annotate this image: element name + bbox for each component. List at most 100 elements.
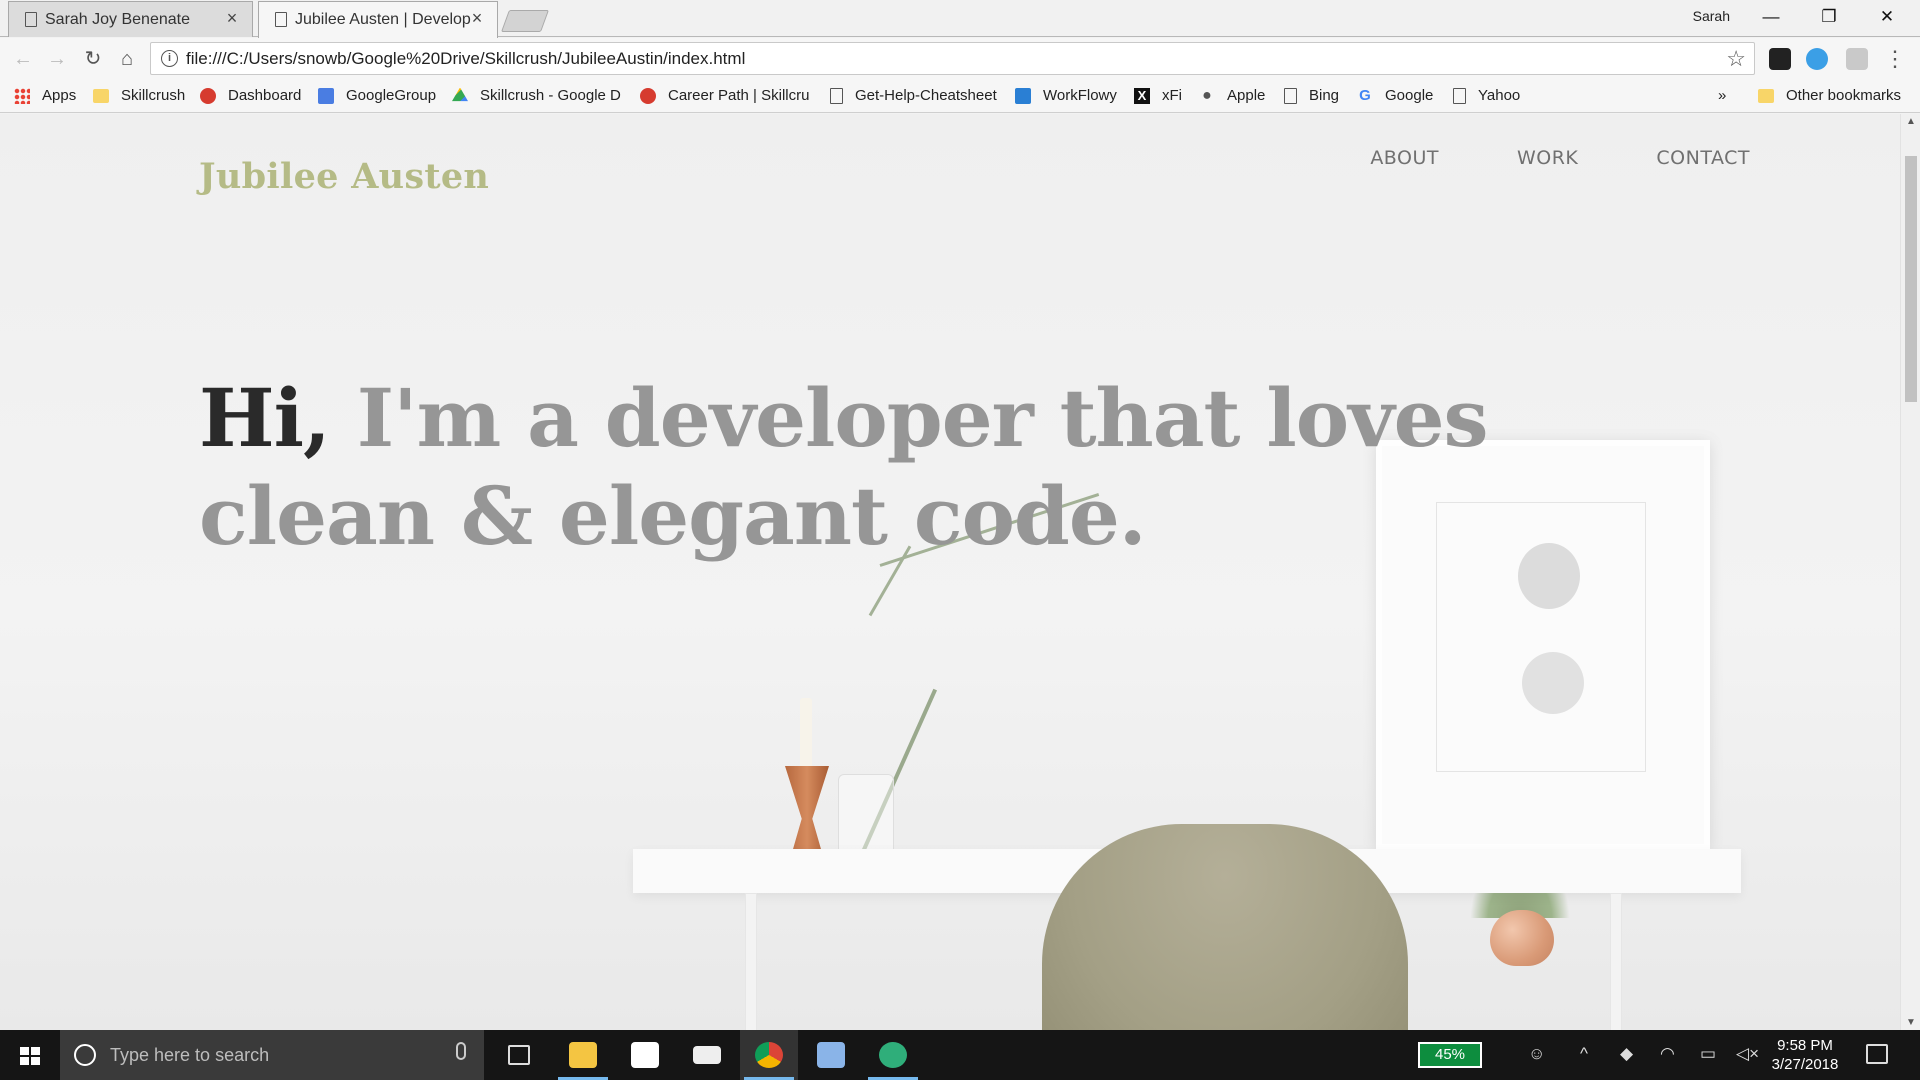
nav-contact[interactable]: CONTACT	[1656, 147, 1750, 169]
extension-icon[interactable]	[1769, 48, 1791, 70]
minimize-button[interactable]: —	[1742, 0, 1800, 34]
store-bag-icon	[631, 1042, 659, 1068]
page-icon	[25, 12, 37, 27]
bookmark-career-path[interactable]: Career Path | Skillcrus	[640, 87, 810, 104]
close-icon[interactable]: ×	[222, 8, 242, 29]
bookmark-get-help-cheatsheet[interactable]: Get-Help-Cheatsheet	[830, 87, 1000, 104]
chevron-up-icon[interactable]: ^	[1580, 1044, 1588, 1064]
bookmark-dashboard[interactable]: Dashboard	[200, 87, 301, 104]
candle	[800, 698, 812, 768]
new-tab-button[interactable]	[500, 10, 550, 32]
restore-button[interactable]: ❐	[1800, 0, 1858, 34]
skillcrush-icon	[640, 87, 656, 104]
bookmark-label: Yahoo	[1478, 87, 1521, 104]
page-scrollbar[interactable]: ▲ ▼	[1900, 114, 1920, 1030]
scroll-down-arrow-icon[interactable]: ▼	[1901, 1017, 1920, 1028]
scrollbar-thumb[interactable]	[1905, 156, 1917, 402]
dropbox-icon[interactable]: ◆	[1620, 1044, 1633, 1064]
wifi-icon[interactable]: ◠	[1660, 1044, 1675, 1064]
task-view-button[interactable]	[490, 1030, 548, 1080]
glass-vase	[838, 774, 894, 856]
desk-leg	[1610, 893, 1622, 1030]
clock-time: 9:58 PM	[1777, 1037, 1833, 1054]
tab-sarah-joy-benenate[interactable]: Sarah Joy Benenate ×	[8, 1, 253, 37]
remote-desktop-button[interactable]	[802, 1030, 860, 1080]
bookmark-label: Apple	[1227, 87, 1266, 104]
xfi-icon: X	[1134, 87, 1150, 104]
taskbar-search[interactable]: Type here to search	[60, 1030, 484, 1080]
bookmark-label: Career Path | Skillcrus	[668, 87, 810, 104]
skillcrush-icon	[200, 87, 216, 104]
chrome-icon	[755, 1042, 783, 1068]
bookmark-google[interactable]: G Google	[1357, 87, 1433, 104]
bookmark-apple[interactable]: ● Apple	[1199, 87, 1265, 104]
tab-title: Sarah Joy Benenate	[45, 10, 190, 28]
close-window-button[interactable]: ✕	[1858, 0, 1916, 34]
reload-icon[interactable]: ↻	[78, 44, 108, 74]
close-icon[interactable]: ×	[467, 8, 487, 29]
site-logo[interactable]: Jubilee Austen	[199, 156, 489, 197]
tab-title: Jubilee Austen | Develop	[295, 11, 471, 28]
file-explorer-button[interactable]	[554, 1030, 612, 1080]
hero-heading: Hi, I'm a developer that loves clean & e…	[199, 369, 1499, 565]
bookmark-skillcrush[interactable]: Skillcrush	[93, 87, 185, 104]
back-arrow-icon[interactable]: ←	[8, 44, 38, 74]
google-drive-icon	[452, 87, 468, 102]
bookmark-label: xFi	[1162, 87, 1182, 104]
microphone-icon[interactable]	[456, 1042, 466, 1060]
frame-circle	[1522, 652, 1584, 714]
scroll-up-arrow-icon[interactable]: ▲	[1901, 116, 1920, 127]
cloud-extension-icon[interactable]	[1806, 48, 1828, 70]
extension-icon[interactable]	[1846, 48, 1868, 70]
volume-muted-icon[interactable]: ◁×	[1736, 1044, 1759, 1064]
nav-about[interactable]: ABOUT	[1370, 147, 1439, 169]
info-icon[interactable]: i	[161, 50, 178, 67]
candle-holder	[785, 766, 829, 854]
mail-button[interactable]	[678, 1030, 736, 1080]
clock-date: 3/27/2018	[1771, 1056, 1839, 1073]
folder-icon	[1758, 88, 1774, 103]
bookmark-label: Other bookmarks	[1786, 87, 1902, 104]
app-button[interactable]	[864, 1030, 922, 1080]
bookmark-star-icon[interactable]: ☆	[1726, 46, 1746, 72]
frame-circle	[1518, 543, 1580, 609]
url-text[interactable]: file:///C:/Users/snowb/Google%20Drive/Sk…	[186, 49, 745, 69]
home-icon[interactable]: ⌂	[112, 44, 142, 74]
battery-indicator[interactable]: 45%	[1418, 1042, 1482, 1068]
nav-work[interactable]: WORK	[1517, 147, 1578, 169]
system-clock[interactable]: 9:58 PM 3/27/2018	[1770, 1036, 1840, 1074]
address-bar[interactable]: i file:///C:/Users/snowb/Google%20Drive/…	[150, 42, 1755, 75]
google-groups-icon	[318, 87, 334, 104]
forward-arrow-icon[interactable]: →	[42, 44, 72, 74]
bookmark-apps[interactable]: Apps	[14, 87, 76, 104]
other-bookmarks[interactable]: Other bookmarks	[1758, 87, 1901, 104]
copper-pot	[1490, 910, 1554, 966]
bookmark-label: Dashboard	[228, 87, 302, 104]
page-viewport: Jubilee Austen ABOUT WORK CONTACT Hi, I'…	[0, 114, 1900, 1030]
notification-center-icon[interactable]	[1866, 1044, 1888, 1064]
page-icon	[1453, 87, 1466, 104]
bookmark-yahoo[interactable]: Yahoo	[1453, 87, 1520, 104]
menu-dots-icon[interactable]: ⋮	[1884, 44, 1906, 74]
bookmark-googlegroup[interactable]: GoogleGroup	[318, 87, 436, 104]
mail-icon	[693, 1046, 721, 1064]
hero-greeting: Hi,	[199, 371, 331, 465]
more-bookmarks-chevron[interactable]: »	[1718, 87, 1726, 104]
store-button[interactable]	[616, 1030, 674, 1080]
folder-icon	[569, 1042, 597, 1068]
tab-jubilee-austen[interactable]: Jubilee Austen | Develop ×	[258, 1, 498, 38]
profile-name[interactable]: Sarah	[1693, 8, 1730, 24]
bookmark-bing[interactable]: Bing	[1284, 87, 1339, 104]
chrome-taskbar-button[interactable]	[740, 1030, 798, 1080]
start-button[interactable]	[0, 1030, 58, 1080]
workflowy-icon	[1015, 87, 1031, 104]
bookmark-label: GoogleGroup	[346, 87, 437, 104]
search-placeholder: Type here to search	[110, 1045, 270, 1065]
bookmark-label: Skillcrush	[121, 87, 186, 104]
bookmark-xfi[interactable]: XxFi	[1134, 87, 1182, 104]
bookmark-skillcrush-google-drive[interactable]: Skillcrush - Google D	[452, 87, 622, 104]
bookmark-workflowy[interactable]: WorkFlowy	[1015, 87, 1117, 104]
battery-icon[interactable]: ▭	[1700, 1044, 1716, 1064]
site-nav: ABOUT WORK CONTACT	[1370, 147, 1750, 169]
people-icon[interactable]: ☺	[1528, 1044, 1545, 1064]
